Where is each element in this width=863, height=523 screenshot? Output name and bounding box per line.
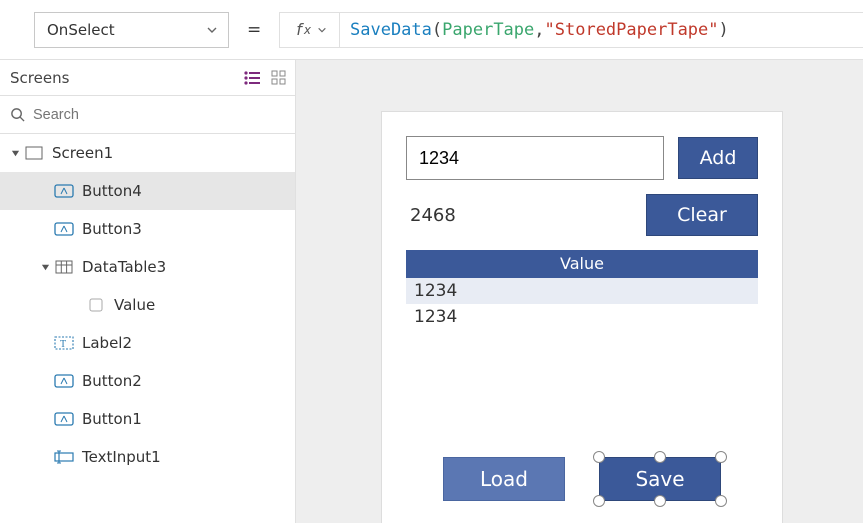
formula-input-wrap: fx SaveData( PaperTape, "StoredPaperTape… [279, 12, 863, 48]
expand-toggle-icon[interactable] [36, 263, 54, 272]
selection-handle[interactable] [593, 495, 605, 507]
formula-bar: OnSelect = fx SaveData( PaperTape, "Stor… [0, 0, 863, 60]
save-button-selected[interactable]: Save [599, 457, 721, 501]
canvas-area[interactable]: Add 2468 Clear Value 1234 1234 Load Save [296, 60, 863, 523]
selection-handle[interactable] [654, 495, 666, 507]
tree-item-label: Screen1 [52, 144, 113, 162]
fx-label[interactable]: fx [280, 13, 339, 47]
tree-list-view-icon[interactable] [243, 70, 261, 86]
button-icon [54, 219, 74, 239]
tree-item-button2[interactable]: Button2 [0, 362, 295, 400]
formula-input[interactable]: SaveData( PaperTape, "StoredPaperTape" ) [339, 13, 863, 47]
label-icon: T [54, 333, 74, 353]
sum-label: 2468 [406, 205, 632, 226]
app-preview-screen: Add 2468 Clear Value 1234 1234 Load Save [382, 112, 782, 523]
chevron-down-icon [206, 24, 218, 36]
selection-handle[interactable] [715, 495, 727, 507]
button-icon [54, 181, 74, 201]
search-icon [10, 107, 25, 122]
datatable-icon [54, 257, 74, 277]
tree-view-panel: Screens [0, 60, 296, 523]
column-icon [86, 295, 106, 315]
tree-item-label: DataTable3 [82, 258, 166, 276]
data-table-row[interactable]: 1234 [406, 278, 758, 304]
selection-handle[interactable] [654, 451, 666, 463]
tree-item-label2[interactable]: T Label2 [0, 324, 295, 362]
tree-item-button4[interactable]: Button4 [0, 172, 295, 210]
data-table-header: Value [406, 250, 758, 278]
tree-item-textinput1[interactable]: TextInput1 [0, 438, 295, 476]
clear-button[interactable]: Clear [646, 194, 758, 236]
formula-token-func: SaveData [350, 20, 432, 40]
tree-grid-view-icon[interactable] [271, 70, 287, 86]
tree-item-screen1[interactable]: Screen1 [0, 134, 295, 172]
tree-item-label: TextInput1 [82, 448, 161, 466]
button-icon [54, 409, 74, 429]
tree-view: Screen1 Button4 Button3 DataTable3 [0, 134, 295, 523]
property-selector-value: OnSelect [47, 21, 115, 39]
equals-sign: = [241, 20, 267, 40]
tree-search[interactable] [0, 96, 295, 134]
tree-item-datatable3[interactable]: DataTable3 [0, 248, 295, 286]
number-input[interactable] [406, 136, 664, 180]
tree-item-button1[interactable]: Button1 [0, 400, 295, 438]
screen-icon [24, 143, 44, 163]
tree-item-label: Label2 [82, 334, 132, 352]
tree-item-label: Value [114, 296, 155, 314]
tree-item-label: Button2 [82, 372, 142, 390]
tree-item-label: Button4 [82, 182, 142, 200]
tree-item-label: Button1 [82, 410, 142, 428]
property-selector[interactable]: OnSelect [34, 12, 229, 48]
add-button[interactable]: Add [678, 137, 758, 179]
selection-handle[interactable] [715, 451, 727, 463]
tree-item-label: Button3 [82, 220, 142, 238]
tree-item-button3[interactable]: Button3 [0, 210, 295, 248]
selection-handle[interactable] [593, 451, 605, 463]
button-icon [54, 371, 74, 391]
svg-text:T: T [60, 339, 66, 350]
expand-toggle-icon[interactable] [6, 149, 24, 158]
tree-panel-title: Screens [10, 69, 243, 87]
textinput-icon [54, 447, 74, 467]
data-table[interactable]: Value 1234 1234 [406, 250, 758, 330]
data-table-row[interactable]: 1234 [406, 304, 758, 330]
load-button[interactable]: Load [443, 457, 565, 501]
tree-item-value-column[interactable]: Value [0, 286, 295, 324]
tree-search-input[interactable] [33, 107, 285, 123]
